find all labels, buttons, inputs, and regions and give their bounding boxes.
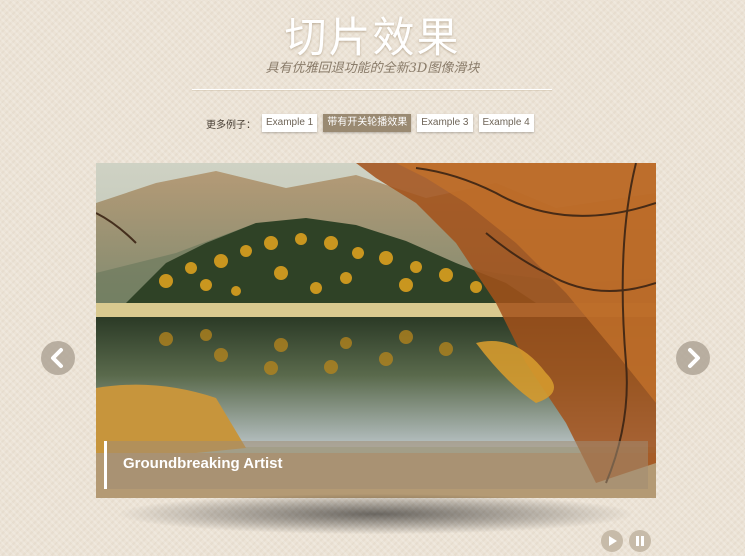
nav-example-1[interactable]: Example 1 [262, 114, 318, 132]
play-icon [609, 536, 617, 546]
slide-caption: Groundbreaking Artist [104, 441, 648, 489]
slide-caption-text: Groundbreaking Artist [123, 455, 283, 472]
slice-slider: Groundbreaking Artist [96, 163, 656, 498]
chevron-left-icon [51, 348, 63, 368]
examples-nav: 更多例子： Example 1 带有开关轮播效果 Example 3 Examp… [206, 114, 540, 132]
header-divider [192, 89, 552, 90]
page-title: 切片效果 [284, 13, 461, 62]
next-slide-button[interactable] [676, 341, 710, 375]
pause-icon [636, 536, 644, 546]
pause-button[interactable] [629, 530, 651, 552]
examples-nav-label: 更多例子： [206, 119, 256, 131]
prev-slide-button[interactable] [41, 341, 75, 375]
slider-shadow [120, 494, 632, 534]
play-button[interactable] [601, 530, 623, 552]
nav-example-4[interactable]: Example 4 [478, 114, 534, 132]
page-subtitle: 具有优雅回退功能的全新3D图像滑块 [265, 61, 480, 76]
nav-example-3[interactable]: Example 3 [417, 114, 473, 132]
chevron-right-icon [688, 348, 700, 368]
nav-example-2[interactable]: 带有开关轮播效果 [323, 114, 412, 132]
